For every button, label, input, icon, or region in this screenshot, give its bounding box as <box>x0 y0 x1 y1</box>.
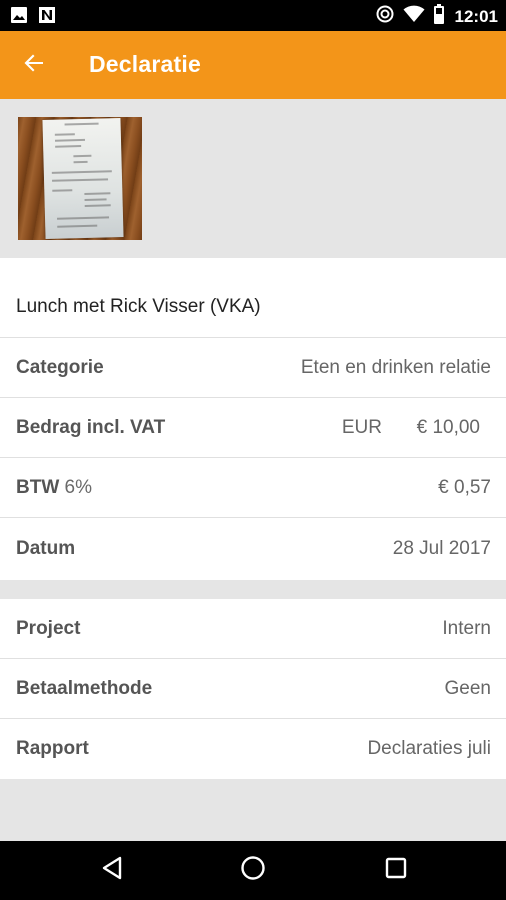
description-text: Lunch met Rick Visser (VKA) <box>16 296 261 317</box>
category-label: Categorie <box>16 357 104 378</box>
currency-value: EUR <box>341 417 382 438</box>
app-bar: Declaratie <box>0 31 506 99</box>
vat-label: BTW 6% <box>16 477 93 498</box>
receipt-thumbnail[interactable] <box>18 117 142 240</box>
wifi-icon <box>403 5 425 28</box>
project-value: Intern <box>442 618 491 639</box>
status-bar: 12:01 <box>0 0 506 31</box>
n-notification-icon <box>38 6 56 29</box>
nav-recents-button[interactable] <box>381 855 411 885</box>
nav-back-button[interactable] <box>97 855 127 885</box>
page-title: Declaratie <box>89 51 201 77</box>
photo-area <box>0 99 506 258</box>
vat-rate: 6% <box>64 477 93 498</box>
category-value: Eten en drinken relatie <box>300 357 491 378</box>
amount-label: Bedrag incl. VAT <box>16 417 166 438</box>
date-label: Datum <box>16 538 76 559</box>
recents-square-icon <box>385 857 407 884</box>
arrow-back-icon <box>23 52 45 79</box>
back-triangle-icon <box>101 856 123 885</box>
declaration-card: Lunch met Rick Visser (VKA) Categorie Et… <box>0 258 506 580</box>
project-label: Project <box>16 618 81 639</box>
home-circle-icon <box>240 855 266 886</box>
category-row[interactable]: Categorie Eten en drinken relatie <box>0 338 506 398</box>
system-nav-bar <box>0 841 506 900</box>
vat-value: € 0,57 <box>438 477 491 498</box>
report-value: Declaraties juli <box>367 738 491 759</box>
amount-value: € 10,00 <box>416 417 480 438</box>
nav-home-button[interactable] <box>238 855 268 885</box>
status-time: 12:01 <box>454 6 498 26</box>
image-icon <box>10 6 28 29</box>
report-row[interactable]: Rapport Declaraties juli <box>0 719 506 779</box>
vat-row[interactable]: BTW 6% € 0,57 <box>0 458 506 518</box>
extra-card: Project Intern Betaalmethode Geen Rappor… <box>0 599 506 779</box>
report-label: Rapport <box>16 738 89 759</box>
project-row[interactable]: Project Intern <box>0 599 506 659</box>
back-button[interactable] <box>18 49 50 81</box>
date-value: 28 Jul 2017 <box>392 538 491 559</box>
date-row[interactable]: Datum 28 Jul 2017 <box>0 519 506 579</box>
payment-method-row[interactable]: Betaalmethode Geen <box>0 659 506 719</box>
amount-row[interactable]: Bedrag incl. VAT EUR € 10,00 <box>0 398 506 458</box>
battery-icon <box>433 4 445 29</box>
payment-method-label: Betaalmethode <box>16 678 153 699</box>
payment-method-value: Geen <box>444 678 491 699</box>
description-row[interactable]: Lunch met Rick Visser (VKA) <box>0 258 506 338</box>
data-saver-icon <box>375 4 395 29</box>
